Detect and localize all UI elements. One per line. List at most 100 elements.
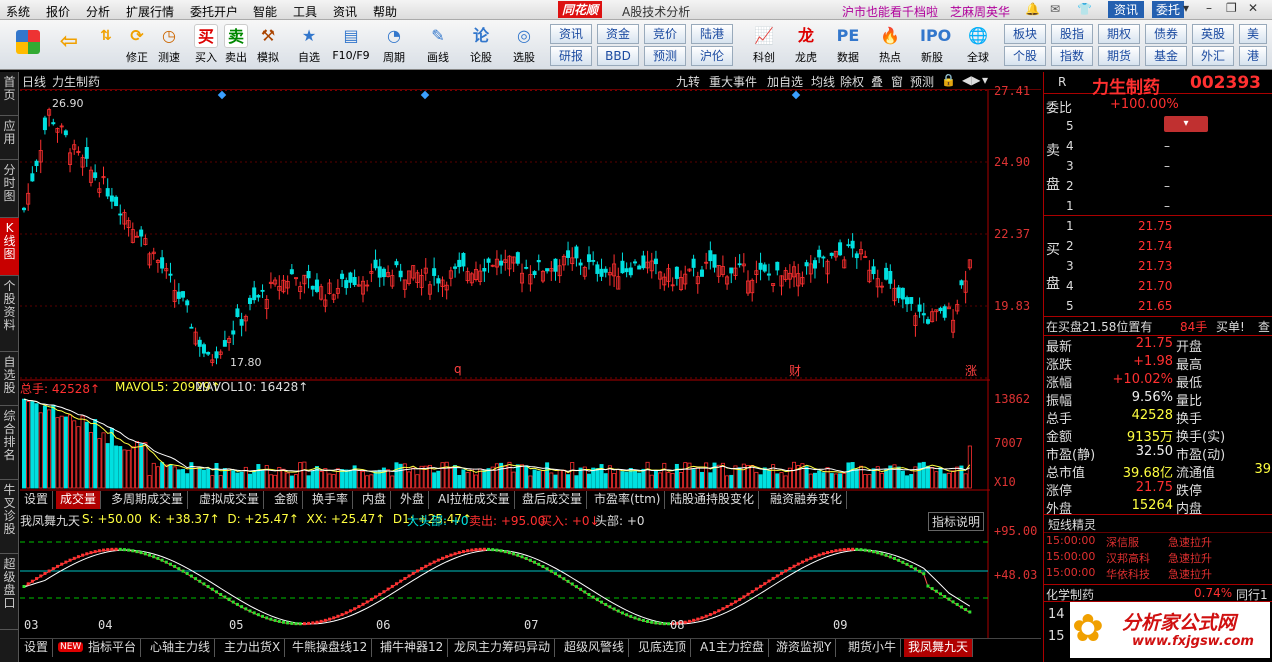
bbd-grid-button[interactable]: BBD — [597, 46, 639, 66]
nav-timeshare[interactable]: 分时图 — [0, 160, 19, 218]
vol-tab-hk-hold[interactable]: 陆股通持股变化 — [666, 491, 760, 509]
nav-apps[interactable]: 应用 — [0, 116, 19, 160]
info-grid-button[interactable]: 资讯 — [550, 24, 592, 44]
vol-tab-virtual[interactable]: 虚拟成交量 — [195, 491, 265, 509]
bottom-tab-phoenix-dance[interactable]: 我凤舞九天 — [904, 639, 974, 657]
vol-tab-volume[interactable]: 成交量 — [56, 491, 102, 509]
f10-button[interactable]: ▤ F10/F9 — [330, 22, 372, 68]
simulate-button[interactable]: ⚒ 模拟 — [252, 22, 284, 68]
draw-line-button[interactable]: ✎ 画线 — [418, 22, 458, 68]
hotspot-button[interactable]: 🔥 热点 — [870, 22, 910, 68]
lock-icon[interactable]: 🔒 — [941, 73, 956, 87]
bonds-button[interactable]: 债券 — [1145, 24, 1187, 44]
promo-link-1[interactable]: 沪市也能看千档啦 — [842, 3, 938, 20]
marker-report[interactable]: 财 — [789, 362, 801, 379]
menu-tools[interactable]: 工具 — [293, 3, 317, 20]
nav-diagnosis[interactable]: 牛叉诊股 — [0, 480, 19, 554]
star-market-button[interactable]: 📈 科创 — [744, 22, 784, 68]
chevron-down-icon[interactable]: ▾ — [1183, 1, 1189, 15]
nav-ranking[interactable]: 综合排名 — [0, 406, 19, 480]
stock-picker-button[interactable]: ◎ 选股 — [504, 22, 544, 68]
shanghai-london-grid-button[interactable]: 沪伦 — [691, 46, 733, 66]
nav-super-panel[interactable]: 超级盘口 — [0, 554, 19, 630]
bottom-tab-bull-bear[interactable]: 牛熊操盘线12 — [288, 639, 373, 657]
news-title[interactable]: 短线精灵 — [1048, 516, 1096, 533]
period-button[interactable]: ◔ 周期 — [376, 22, 412, 68]
forum-button[interactable]: 论论股 — [464, 22, 498, 68]
period-label[interactable]: 日线 — [22, 73, 46, 90]
major-events-button[interactable]: 重大事件 — [709, 73, 757, 90]
vol-tab-margin[interactable]: 融资融券变化 — [766, 491, 848, 509]
marker-q[interactable]: q — [454, 362, 462, 376]
news-item[interactable]: 15:00:00 深信服 急速拉升 — [1046, 534, 1266, 549]
marker-limit-up[interactable]: 涨 — [965, 362, 977, 379]
vol-tab-amount[interactable]: 金额 — [270, 491, 304, 509]
menu-trade[interactable]: 委托开户 — [190, 3, 238, 20]
menu-info[interactable]: 资讯 — [333, 3, 357, 20]
more-button-1[interactable]: 美 — [1239, 24, 1267, 44]
nine-turn-button[interactable]: 九转 — [676, 73, 700, 90]
order-notice[interactable]: 在买盘21.58位置有 84手 买单! 查 — [1044, 318, 1272, 334]
forex-button[interactable]: 外汇 — [1192, 46, 1234, 66]
bottom-tab-a1-control[interactable]: A1主力控盘 — [696, 639, 769, 657]
ex-rights-button[interactable]: 除权 — [840, 73, 864, 90]
watchlist-button[interactable]: ★ 自选 — [292, 22, 326, 68]
info-button[interactable]: 资讯 — [1108, 1, 1145, 18]
fix-button[interactable]: ⟳ 修正 — [122, 22, 152, 68]
vol-tab-multi-period[interactable]: 多周期成交量 — [107, 491, 189, 509]
menu-quote[interactable]: 报价 — [46, 3, 70, 20]
menu-help[interactable]: 帮助 — [373, 3, 397, 20]
trade-dropdown[interactable]: 委托 — [1152, 1, 1185, 18]
ma-button[interactable]: 均线 — [811, 73, 835, 90]
sector-row[interactable]: 化学制药 0.74% 同行1 — [1044, 584, 1272, 602]
nav-home[interactable]: 首页 — [0, 72, 19, 116]
bottom-tab-hot-money[interactable]: 游资监视Y — [772, 639, 837, 657]
options-button[interactable]: 期权 — [1098, 24, 1140, 44]
vol-tab-pe[interactable]: 市盈率(ttm) — [590, 491, 666, 509]
close-icon[interactable]: ✕ — [1248, 1, 1258, 15]
vol-tab-turnover[interactable]: 换手率 — [308, 491, 354, 509]
nav-stock-profile[interactable]: 个股资料 — [0, 276, 19, 352]
forecast-button[interactable]: 预测 — [910, 73, 934, 90]
bottom-tab-bottom-top[interactable]: 见底选顶 — [634, 639, 692, 657]
window-button[interactable]: 窗 — [891, 73, 903, 90]
speed-test-button[interactable]: ◷ 测速 — [154, 22, 184, 68]
kline-chart-svg[interactable] — [20, 90, 1041, 650]
indicator-name[interactable]: 我凤舞九天 — [20, 512, 80, 529]
promo-link-2[interactable]: 芝麻周英华 — [950, 3, 1010, 20]
auction-grid-button[interactable]: 竞价 — [644, 24, 686, 44]
dragon-tiger-button[interactable]: 龙龙虎 — [786, 22, 826, 68]
global-button[interactable]: 🌐 全球 — [958, 22, 998, 68]
indicator-help-button[interactable]: 指标说明 — [928, 512, 985, 531]
sector-peers[interactable]: 同行1 — [1236, 586, 1268, 603]
chevron-down-icon[interactable]: ▾ — [982, 73, 988, 87]
shirt-icon[interactable]: 👕 — [1077, 2, 1092, 16]
arrows-icon[interactable]: ◀▶ — [962, 73, 980, 87]
forecast-grid-button[interactable]: 预测 — [644, 46, 686, 66]
bottom-tab-settings[interactable]: 设置 — [20, 639, 54, 657]
vol-tab-after-hours[interactable]: 盘后成交量 — [518, 491, 588, 509]
overlay-button[interactable]: 叠 — [871, 73, 883, 90]
news-item[interactable]: 15:00:00 华依科技 急速拉升 — [1046, 566, 1266, 581]
menu-system[interactable]: 系统 — [6, 3, 30, 20]
menu-ext-quote[interactable]: 扩展行情 — [126, 3, 174, 20]
buy-button[interactable]: 买买入 — [192, 22, 220, 68]
vol-tab-outer[interactable]: 外盘 — [396, 491, 430, 509]
index-button[interactable]: 指数 — [1051, 46, 1093, 66]
menu-analysis[interactable]: 分析 — [86, 3, 110, 20]
data-button[interactable]: PE 数据 — [828, 22, 868, 68]
mail-icon[interactable]: ✉ — [1050, 2, 1060, 16]
bottom-tab-futures-bull[interactable]: 期货小牛 — [844, 639, 902, 657]
restore-icon[interactable]: ❐ — [1226, 1, 1237, 15]
notice-more[interactable]: 查 — [1258, 318, 1270, 335]
vol-tab-inner[interactable]: 内盘 — [358, 491, 392, 509]
more-button-2[interactable]: 港 — [1239, 46, 1267, 66]
updown-icon[interactable]: ⇅ — [92, 22, 120, 68]
bottom-tab-dragon-phoenix[interactable]: 龙凤主力筹码异动 — [450, 639, 556, 657]
stock-button[interactable]: 个股 — [1004, 46, 1046, 66]
bottom-tab-bull-catcher[interactable]: 捕牛神器12 — [376, 639, 449, 657]
bottom-tab-platform[interactable]: 指标平台 — [84, 639, 142, 657]
sell-button[interactable]: 卖卖出 — [222, 22, 250, 68]
sector-button[interactable]: 板块 — [1004, 24, 1046, 44]
menu-smart[interactable]: 智能 — [253, 3, 277, 20]
